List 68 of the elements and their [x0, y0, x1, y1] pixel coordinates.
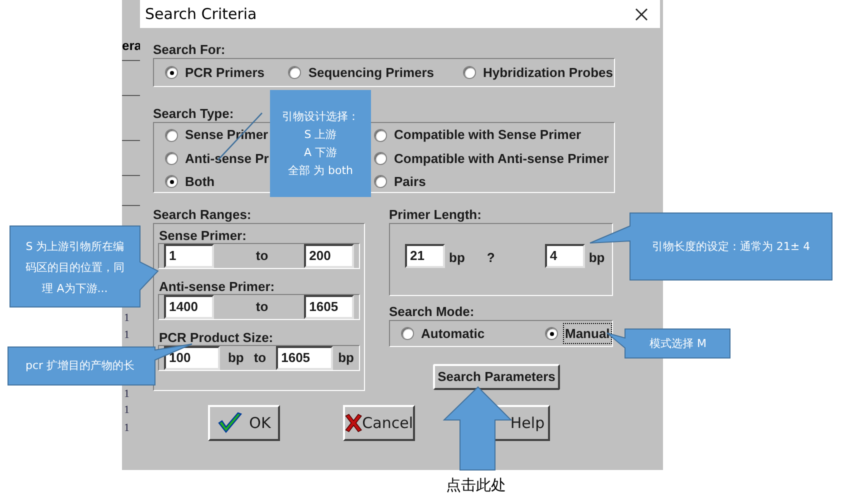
- group-label: PCR Product Size:: [159, 330, 274, 345]
- group-label: Search Ranges:: [153, 207, 252, 222]
- row-number: 1: [124, 422, 130, 434]
- window-title: Search Criteria: [145, 4, 257, 25]
- cross-icon: [345, 411, 362, 435]
- annotation-text: A 下游: [304, 144, 338, 160]
- radio-label: Compatible with Sense Primer: [393, 126, 582, 144]
- range-separator: to: [256, 299, 268, 314]
- radio-label: Anti-sense Pr: [184, 150, 270, 168]
- ok-button[interactable]: OK: [208, 405, 280, 441]
- radio-button[interactable]: [374, 128, 387, 142]
- radio-label: Automatic: [420, 324, 486, 343]
- group-label: Search Type:: [153, 106, 234, 121]
- group-label: Sense Primer:: [159, 228, 246, 243]
- input-field[interactable]: 100: [164, 346, 220, 370]
- row-number: 1: [124, 312, 130, 324]
- arrow-caption: 点击此处: [446, 476, 506, 494]
- input-field[interactable]: 1605: [304, 295, 354, 319]
- radio-label: PCR Primers: [184, 64, 266, 82]
- radio-label: Both: [184, 172, 216, 191]
- cancel-button[interactable]: Cancel: [343, 405, 415, 441]
- checkmark-icon: [217, 412, 244, 434]
- annotation-text: S 为上游引物所在编: [26, 239, 124, 255]
- radio-button[interactable]: [374, 152, 387, 165]
- row-number: 1: [124, 329, 130, 341]
- range-separator: to: [254, 350, 266, 366]
- annotation-text: 引物长度的设定：通常为 21± 4: [650, 239, 812, 255]
- radio-button[interactable]: [462, 66, 476, 79]
- radio-button[interactable]: [165, 175, 178, 188]
- input-field[interactable]: 1605: [276, 346, 334, 370]
- annotation-text: pcr 扩增目的产物的长: [24, 358, 136, 374]
- input-field[interactable]: 200: [304, 244, 354, 268]
- radio-label: Sequencing Primers: [307, 64, 436, 82]
- annotation-text: 全部 为 both: [288, 162, 353, 178]
- plus-minus-sign: ?: [486, 250, 495, 265]
- radio-button[interactable]: [165, 66, 178, 79]
- unit-label: bp: [588, 250, 605, 265]
- radio-button[interactable]: [374, 175, 387, 188]
- annotation-text: 模式选择 M: [648, 336, 708, 352]
- radio-label: Compatible with Anti-sense Primer: [393, 150, 610, 168]
- input-field[interactable]: 21: [405, 244, 445, 268]
- annotation-text: S 上游: [304, 126, 337, 142]
- annotation-text: 码区的目的位置，同: [26, 260, 124, 276]
- group-label: Primer Length:: [389, 207, 482, 222]
- input-field[interactable]: 1400: [164, 295, 214, 319]
- radio-label: Manual: [564, 324, 611, 344]
- row-number: 1: [124, 388, 130, 400]
- group-label: Search For:: [153, 42, 226, 57]
- unit-label: bp: [338, 350, 354, 366]
- group-label: Anti-sense Primer:: [159, 279, 275, 294]
- annotation-text: 理 A为下游...: [42, 281, 108, 297]
- close-icon[interactable]: [635, 8, 648, 20]
- radio-button[interactable]: [401, 327, 414, 340]
- radio-button[interactable]: [288, 66, 302, 79]
- range-separator: to: [256, 248, 268, 264]
- unit-label: bp: [449, 250, 465, 265]
- row-number: 1: [124, 404, 130, 416]
- annotation-text: 引物设计选择：: [282, 108, 359, 124]
- unit-label: bp: [228, 350, 244, 366]
- radio-label: Pairs: [393, 172, 427, 191]
- radio-button[interactable]: [165, 152, 178, 165]
- input-field[interactable]: 4: [544, 244, 585, 268]
- radio-label: Hybridization Probes: [482, 64, 614, 82]
- search-parameters-button[interactable]: Search Parameters: [433, 364, 560, 390]
- group-label: Search Mode:: [389, 304, 474, 319]
- input-field[interactable]: 1: [164, 244, 214, 268]
- radio-button[interactable]: [165, 128, 178, 142]
- radio-button[interactable]: [545, 327, 558, 340]
